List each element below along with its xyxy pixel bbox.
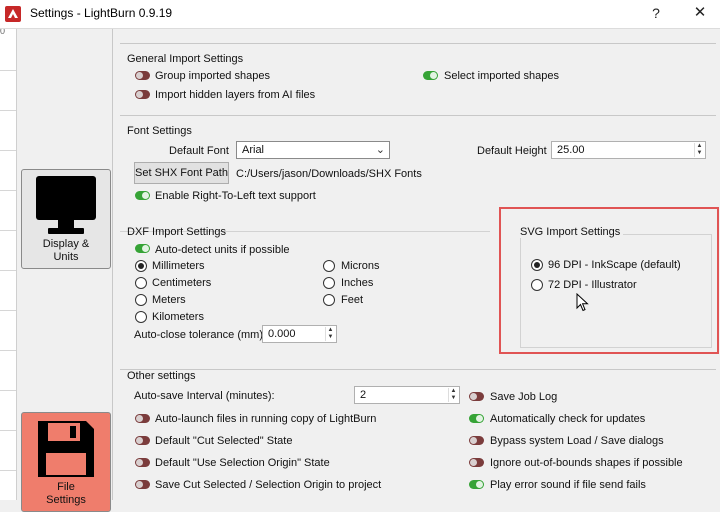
rtl-label: Enable Right-To-Left text support <box>155 190 316 202</box>
select-imported-toggle[interactable] <box>423 71 438 80</box>
shx-path-text: C:/Users/jason/Downloads/SHX Fonts <box>236 168 422 180</box>
spin-arrows-icon[interactable]: ▲ ▼ <box>325 327 335 341</box>
floppy-disk-icon <box>38 421 94 477</box>
autosave-interval-value: 2 <box>360 389 367 401</box>
svg-settings-highlight <box>499 207 719 354</box>
autosave-interval-spinbox[interactable]: 2 ▲ ▼ <box>354 386 460 404</box>
radio-kilometers[interactable] <box>135 311 147 323</box>
window-title: Settings - LightBurn 0.9.19 <box>30 6 173 20</box>
radio-millimeters[interactable] <box>135 260 147 272</box>
radio-meters[interactable] <box>135 294 147 306</box>
centimeters-label: Centimeters <box>152 277 212 289</box>
radio-inches[interactable] <box>323 277 335 289</box>
cut-selected-toggle[interactable] <box>135 436 150 445</box>
general-import-title: General Import Settings <box>127 53 244 65</box>
import-hidden-toggle[interactable] <box>135 90 150 99</box>
save-job-log-toggle[interactable] <box>469 392 484 401</box>
category-display-units[interactable]: Display & Units <box>21 169 111 269</box>
dxf-import-title: DXF Import Settings <box>127 226 227 238</box>
default-height-value: 25.00 <box>557 144 585 156</box>
inches-label: Inches <box>341 277 374 289</box>
radio-centimeters[interactable] <box>135 277 147 289</box>
selection-origin-label: Default "Use Selection Origin" State <box>155 457 330 469</box>
category-sidebar: Display & Units File Settings <box>17 29 113 512</box>
bypass-dialogs-toggle[interactable] <box>469 436 484 445</box>
auto-close-tolerance-value: 0.000 <box>268 328 296 340</box>
category-display-label: Display & Units <box>42 238 90 263</box>
default-height-label: Default Height <box>477 145 547 157</box>
spin-arrows-icon[interactable]: ▲ ▼ <box>448 388 458 402</box>
default-font-select[interactable]: Arial ⌄ <box>236 141 390 159</box>
category-file-settings[interactable]: File Settings <box>21 412 111 512</box>
autosave-interval-label: Auto-save Interval (minutes): <box>134 390 275 402</box>
feet-label: Feet <box>341 294 364 306</box>
error-sound-label: Play error sound if file send fails <box>490 479 646 491</box>
section-divider <box>120 115 716 116</box>
spin-arrows-icon[interactable]: ▲ ▼ <box>694 143 704 157</box>
other-settings-title: Other settings <box>127 370 196 382</box>
auto-close-tolerance-label: Auto-close tolerance (mm) <box>134 329 263 341</box>
chevron-down-icon: ⌄ <box>375 144 385 156</box>
font-settings-title: Font Settings <box>127 125 192 137</box>
close-button[interactable]: ✕ <box>680 2 720 26</box>
settings-content: General Import Settings Group imported s… <box>114 29 720 500</box>
millimeters-label: Millimeters <box>152 260 205 272</box>
section-divider <box>120 369 716 370</box>
group-imported-label: Group imported shapes <box>155 70 270 82</box>
default-font-value: Arial <box>242 144 265 156</box>
auto-detect-units-label: Auto-detect units if possible <box>155 244 290 256</box>
auto-launch-toggle[interactable] <box>135 414 150 423</box>
monitor-icon <box>36 176 96 234</box>
rtl-toggle[interactable] <box>135 191 150 200</box>
selection-origin-toggle[interactable] <box>135 458 150 467</box>
category-file-label: File Settings <box>46 481 86 506</box>
set-shx-font-path-button[interactable]: Set SHX Font Path <box>134 162 229 184</box>
section-divider <box>120 43 716 44</box>
cut-selected-label: Default "Cut Selected" State <box>155 435 293 447</box>
bypass-dialogs-label: Bypass system Load / Save dialogs <box>490 435 664 447</box>
help-button[interactable]: ? <box>636 2 676 26</box>
auto-launch-label: Auto-launch files in running copy of Lig… <box>155 413 377 425</box>
error-sound-toggle[interactable] <box>469 480 484 489</box>
save-cut-selected-label: Save Cut Selected / Selection Origin to … <box>155 479 382 491</box>
save-cut-selected-toggle[interactable] <box>135 480 150 489</box>
kilometers-label: Kilometers <box>152 311 204 323</box>
select-imported-label: Select imported shapes <box>444 70 559 82</box>
save-job-log-label: Save Job Log <box>490 391 558 403</box>
ignore-out-of-bounds-toggle[interactable] <box>469 458 484 467</box>
mouse-cursor-icon <box>576 293 589 312</box>
check-updates-label: Automatically check for updates <box>490 413 646 425</box>
auto-close-tolerance-spinbox[interactable]: 0.000 ▲ ▼ <box>262 325 337 343</box>
default-font-label: Default Font <box>169 145 229 157</box>
import-hidden-label: Import hidden layers from AI files <box>155 89 316 101</box>
microns-label: Microns <box>341 260 380 272</box>
group-imported-toggle[interactable] <box>135 71 150 80</box>
workspace-edge: 0 <box>0 0 17 500</box>
ignore-out-of-bounds-label: Ignore out-of-bounds shapes if possible <box>490 457 683 469</box>
default-height-spinbox[interactable]: 25.00 ▲ ▼ <box>551 141 706 159</box>
title-bar[interactable]: Settings - LightBurn 0.9.19 ? ✕ <box>0 0 720 28</box>
radio-feet[interactable] <box>323 294 335 306</box>
meters-label: Meters <box>152 294 186 306</box>
auto-detect-units-toggle[interactable] <box>135 244 150 253</box>
lightburn-logo-icon <box>5 6 21 22</box>
check-updates-toggle[interactable] <box>469 414 484 423</box>
radio-microns[interactable] <box>323 260 335 272</box>
